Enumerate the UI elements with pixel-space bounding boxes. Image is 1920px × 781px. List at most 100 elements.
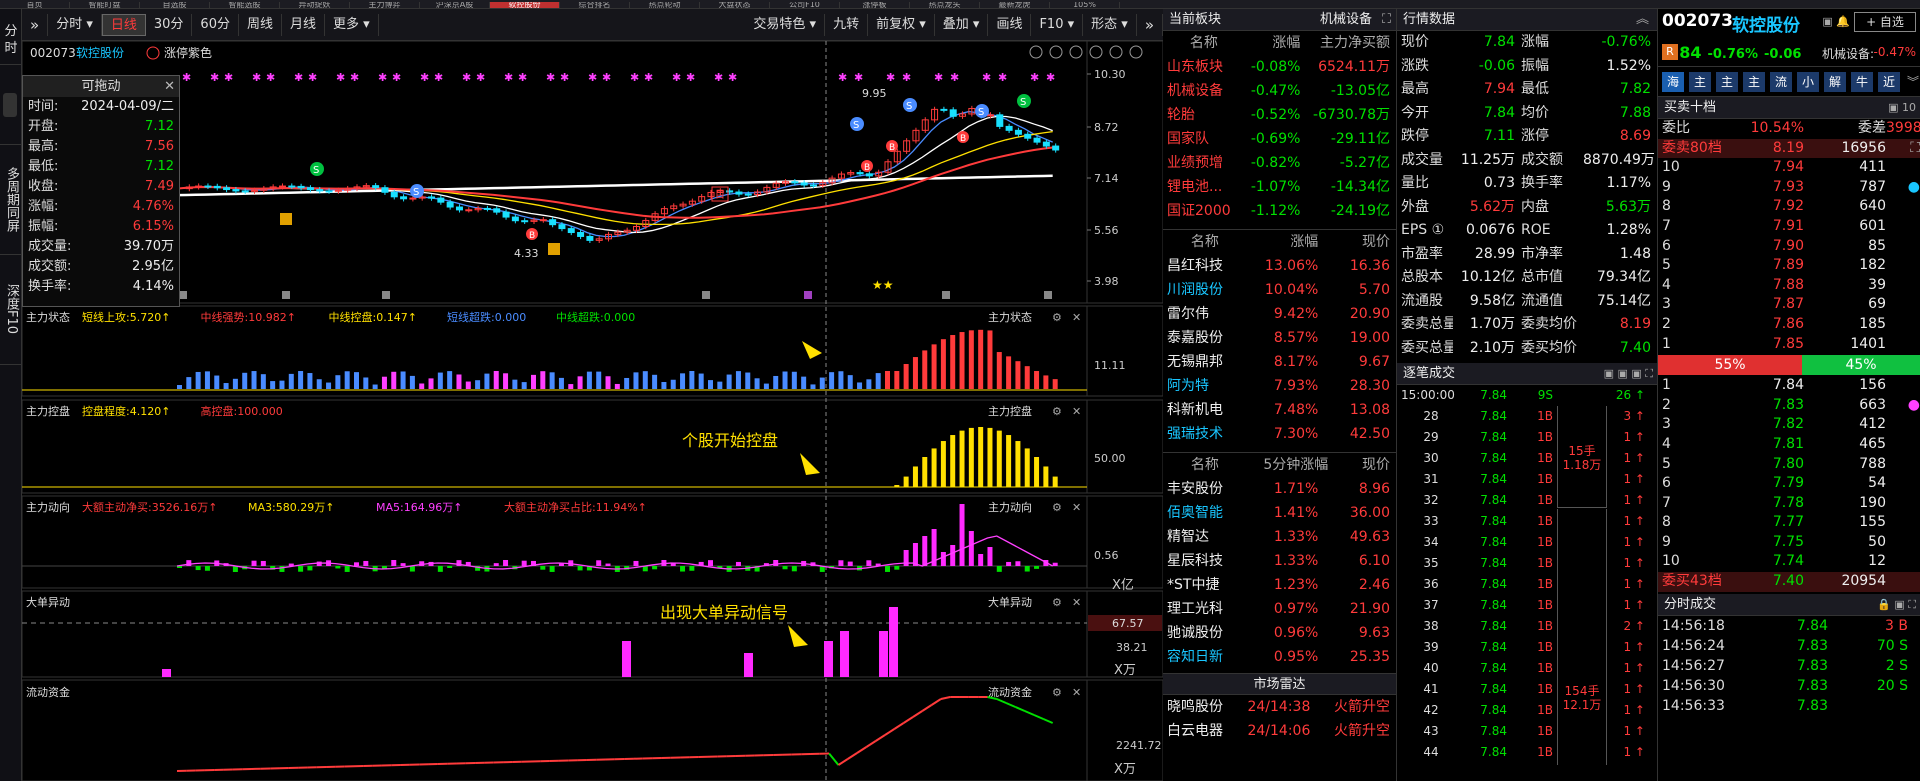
toolbar-period-0[interactable]: 分时 ▾ xyxy=(48,13,102,36)
toolbar-tool-0[interactable]: 交易特色 ▾ xyxy=(745,13,826,36)
settings-icon[interactable]: ⚙ xyxy=(1052,501,1062,514)
orderbook-sell-row[interactable]: 4 7.88 39 xyxy=(1658,276,1920,296)
rank-row[interactable]: 科新机电 7.48% 13.08 xyxy=(1163,398,1396,422)
orderbook-sell-row[interactable]: 1 7.85 1401 xyxy=(1658,335,1920,355)
collapse-handle[interactable] xyxy=(3,93,17,117)
rank-row[interactable]: 无锡鼎邦 8.17% 9.67 xyxy=(1163,350,1396,374)
rank2-row[interactable]: 理工光科 0.97% 21.90 xyxy=(1163,597,1396,621)
orderbook-ratio-row[interactable]: 委比 10.54% 委差 3998 xyxy=(1658,119,1920,139)
stock-tab-5[interactable]: 小 xyxy=(1797,71,1819,92)
sector-row[interactable]: 锂电池... -1.07% -14.34亿 xyxy=(1163,175,1396,199)
orderbook-buy-row[interactable]: 10 7.74 12 xyxy=(1658,552,1920,572)
stock-tab-0[interactable]: 海 xyxy=(1662,71,1684,92)
orderbook-buy-total-row[interactable]: 委买43档 7.40 20954 xyxy=(1658,572,1920,592)
top-tab-13[interactable]: 热点龙头 xyxy=(910,2,980,8)
toolbar-tool-1[interactable]: 九转 xyxy=(825,13,869,36)
close-icon[interactable]: ✕ xyxy=(1072,311,1081,324)
top-tab-4[interactable]: 异动捉妖 xyxy=(280,2,350,8)
rank2-row[interactable]: 容知日新 0.95% 25.35 xyxy=(1163,645,1396,669)
top-tab-3[interactable]: 智能选股 xyxy=(210,2,280,8)
quote-row[interactable]: 最高 7.94 最低 7.82 xyxy=(1397,78,1657,102)
orderbook-buy-row[interactable]: 7 7.78 190 xyxy=(1658,494,1920,514)
orderbook-sell-row[interactable]: 3 7.87 69 xyxy=(1658,295,1920,315)
quote-row[interactable]: 现价 7.84 涨幅 -0.76% xyxy=(1397,31,1657,55)
top-tab-6[interactable]: 沪深京A股 xyxy=(420,2,490,8)
toolbar-period-5[interactable]: 月线 xyxy=(282,13,325,36)
top-tab-15[interactable]: 105% xyxy=(1050,2,1120,8)
top-tab-14[interactable]: 最新龙虎 xyxy=(980,2,1050,8)
top-tab-11[interactable]: 公司F10 xyxy=(770,2,840,8)
quote-row[interactable]: 总股本 10.12亿 总市值 79.34亿 xyxy=(1397,266,1657,290)
rank-row[interactable]: 川润股份 10.04% 5.70 xyxy=(1163,278,1396,302)
orderbook-sell-row[interactable]: 8 7.92 640 xyxy=(1658,197,1920,217)
tabs-more-icon[interactable]: ︾ xyxy=(1907,73,1919,90)
quote-row[interactable]: EPS ① 0.0676 ROE 1.28% xyxy=(1397,219,1657,243)
quote-row[interactable]: 外盘 5.62万 内盘 5.63万 xyxy=(1397,196,1657,220)
quote-row[interactable]: 今开 7.84 均价 7.88 xyxy=(1397,102,1657,126)
rank-row[interactable]: 泰嘉股份 8.57% 19.00 xyxy=(1163,326,1396,350)
top-tab-9[interactable]: 热点轮动 xyxy=(630,2,700,8)
sector-header-row[interactable]: 名称 涨幅 主力净买额 xyxy=(1163,31,1396,55)
stock-tab-2[interactable]: 主 xyxy=(1716,71,1738,92)
close-icon[interactable]: ✕ xyxy=(1072,686,1081,699)
stock-tab-1[interactable]: 主 xyxy=(1689,71,1711,92)
orderbook-sell-row[interactable]: 9 7.93 787 ● xyxy=(1658,178,1920,198)
sector-row[interactable]: 国家队 -0.69% -29.11亿 xyxy=(1163,127,1396,151)
sector-row[interactable]: 机械设备 -0.47% -13.05亿 xyxy=(1163,79,1396,103)
settings-icon[interactable]: ⚙ xyxy=(1052,686,1062,699)
rank2-row[interactable]: 星辰科技 1.33% 6.10 xyxy=(1163,549,1396,573)
toolbar-collapse-button[interactable]: » xyxy=(22,13,49,36)
top-tab-10[interactable]: 大盘状态 xyxy=(700,2,770,8)
collapse-up-icon[interactable]: ︽ xyxy=(1636,9,1649,31)
orderbook-buy-row[interactable]: 6 7.79 54 xyxy=(1658,474,1920,494)
ticks-tool-icons[interactable]: ▣ ▣ ▣ ⛶ xyxy=(1604,363,1653,385)
toolbar-period-4[interactable]: 周线 xyxy=(239,13,282,36)
r-badge[interactable]: R xyxy=(1662,44,1678,60)
quote-row[interactable]: 量比 0.73 换手率 1.17% xyxy=(1397,172,1657,196)
orderbook-buy-row[interactable]: 3 7.82 412 xyxy=(1658,415,1920,435)
top-tab-2[interactable]: 自选股 xyxy=(140,2,210,8)
top-tab-5[interactable]: 主力博弈 xyxy=(350,2,420,8)
orderbook-buy-row[interactable]: 8 7.77 155 xyxy=(1658,513,1920,533)
close-icon[interactable]: ✕ xyxy=(1072,596,1081,609)
quote-row[interactable]: 成交量 11.25万 成交额 8870.49万 xyxy=(1397,149,1657,173)
toolbar-period-1[interactable]: 日线 xyxy=(101,13,146,36)
orderbook-buy-row[interactable]: 1 7.84 156 xyxy=(1658,376,1920,396)
minute-tool-icons[interactable]: 🔒 ▣ ⛶ xyxy=(1877,594,1916,616)
kline-chart-area[interactable]: 002073 软控股份 涨停紫色 10.30 8.72 7.14 5.56 3.98 ✱ ✱ ✱ ✱ ✱… xyxy=(22,41,1163,781)
sector-row[interactable]: 轮胎 -0.52% -6730.78万 xyxy=(1163,103,1396,127)
toolbar-expand-button[interactable]: » xyxy=(1137,13,1163,36)
top-tab-8[interactable]: 综合排名 xyxy=(560,2,630,8)
toolbar-tool-6[interactable]: 形态 ▾ xyxy=(1083,13,1137,36)
rank2-row[interactable]: 驰诚股份 0.96% 9.63 xyxy=(1163,621,1396,645)
orderbook-sell-row[interactable]: 2 7.86 185 xyxy=(1658,315,1920,335)
orderbook-sell-total-row[interactable]: 委卖80档 8.19 16956 ⛶ xyxy=(1658,138,1920,159)
stock-tool-icons[interactable]: ▣ 🔔 xyxy=(1822,15,1850,28)
quote-row[interactable]: 委买总量 2.10万 委买均价 7.40 xyxy=(1397,337,1657,361)
sector-row[interactable]: 山东板块 -0.08% 6524.11万 xyxy=(1163,55,1396,79)
orderbook-sell-row[interactable]: 6 7.90 85 xyxy=(1658,237,1920,257)
rank2-header-row[interactable]: 名称 5分钟涨幅 现价 xyxy=(1163,453,1396,477)
orderbook-tool-icons[interactable]: ▣ 10 xyxy=(1888,97,1916,119)
tab-f10[interactable]: 深度F10 xyxy=(0,255,22,365)
toolbar-period-2[interactable]: 30分 xyxy=(146,13,193,36)
sector-row[interactable]: 国证2000 -1.12% -24.19亿 xyxy=(1163,199,1396,223)
toolbar-tool-5[interactable]: F10 ▾ xyxy=(1031,13,1084,36)
ohlc-info-box[interactable]: 可拖动 ✕ 时间: 2024-04-09/二 开盘: 7.12 最高: 7.56 最低: 7.1… xyxy=(22,75,180,307)
rank-row[interactable]: 阿为特 7.93% 28.30 xyxy=(1163,374,1396,398)
tab-multi-period[interactable]: 多周期同屏 xyxy=(0,145,22,255)
tab-collapse[interactable] xyxy=(0,65,22,145)
close-icon[interactable]: ✕ xyxy=(1072,501,1081,514)
orderbook-sell-row[interactable]: 10 7.94 411 xyxy=(1658,158,1920,178)
close-icon[interactable]: ✕ xyxy=(1072,405,1081,418)
top-tab-12[interactable]: 涨停板 xyxy=(840,2,910,8)
close-icon[interactable]: ✕ xyxy=(164,76,175,97)
add-favorite-button[interactable]: + 自选 xyxy=(1854,12,1916,32)
orderbook-buy-row[interactable]: 2 7.83 663 ● xyxy=(1658,396,1920,416)
rank2-row[interactable]: 佰奥智能 1.41% 36.00 xyxy=(1163,501,1396,525)
radar-row[interactable]: 白云电器 24/14:06 火箭升空 xyxy=(1163,719,1396,743)
stock-tab-4[interactable]: 流 xyxy=(1770,71,1792,92)
stock-tab-7[interactable]: 牛 xyxy=(1851,71,1873,92)
settings-icon[interactable]: ⚙ xyxy=(1052,405,1062,418)
tab-fenshi[interactable]: 分时 xyxy=(0,9,22,65)
